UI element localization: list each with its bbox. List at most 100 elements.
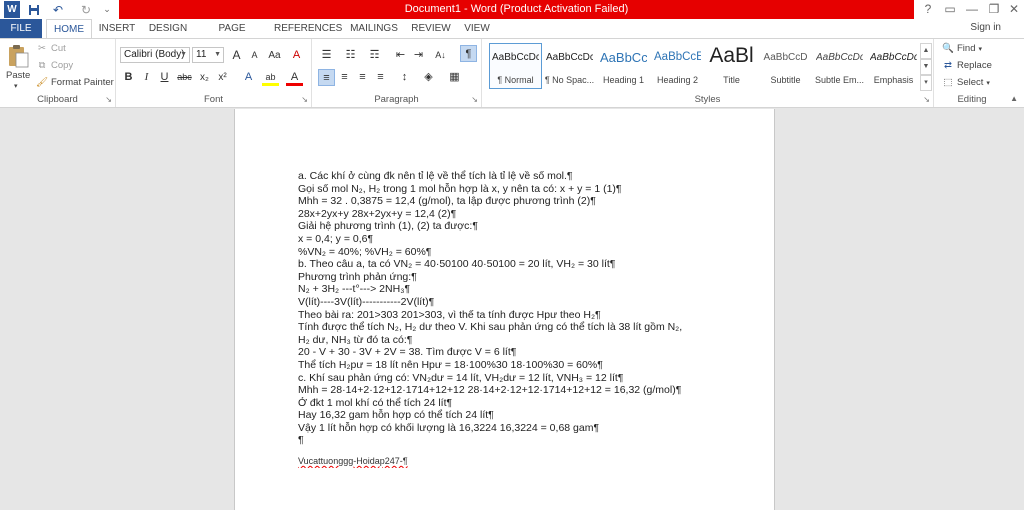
style-name: Emphasis: [873, 75, 914, 85]
style-emphasis[interactable]: AaBbCcDd Emphasis: [867, 43, 920, 89]
numbering-button[interactable]: ☷: [342, 47, 359, 64]
select-label: Select: [957, 77, 984, 88]
shrink-font-button[interactable]: A: [246, 47, 263, 64]
paragraph-group: ☰ ☷ ☶ ⇤ ⇥ A↓ ¶ ≡ ≡ ≡ ≡ ↕ ◈ ▦ Paragraph ↘: [312, 39, 482, 107]
tab-references[interactable]: REFERENCES: [274, 19, 342, 38]
justify-button[interactable]: ≡: [372, 69, 389, 86]
style-name: Heading 2: [656, 75, 699, 85]
style-name: Title: [723, 75, 740, 85]
styles-scroll-up-icon[interactable]: ▲: [920, 43, 932, 59]
font-launcher-icon[interactable]: ↘: [301, 95, 308, 104]
style-heading-1[interactable]: AaBbCc Heading 1: [597, 43, 650, 89]
collapse-ribbon-icon[interactable]: ▲: [1010, 94, 1018, 103]
tab-view[interactable]: VIEW: [460, 19, 494, 38]
minimize-button[interactable]: —: [962, 0, 982, 19]
styles-group-label: Styles: [694, 94, 721, 105]
styles-more-icon[interactable]: ▾: [920, 75, 932, 91]
save-icon[interactable]: [26, 1, 42, 18]
format-painter-button[interactable]: 🖌 Format Painter: [36, 77, 114, 88]
subscript-button[interactable]: x₂: [196, 69, 213, 86]
font-name-combo[interactable]: Calibri (Body) ▼: [120, 47, 190, 63]
line-spacing-button[interactable]: ↕: [396, 69, 413, 86]
tab-mailings[interactable]: MAILINGS: [346, 19, 402, 38]
undo-icon[interactable]: ↶: [48, 1, 68, 18]
copy-button[interactable]: ⧉ Copy: [36, 60, 74, 71]
style-subtitle[interactable]: AaBbCcD Subtitle: [759, 43, 812, 89]
document-body[interactable]: a. Các khí ở cùng đk nên tỉ lệ về thể tí…: [298, 170, 758, 468]
text-effects-button[interactable]: A: [240, 69, 257, 86]
word-app-icon[interactable]: W: [4, 1, 20, 18]
style-no-spacing[interactable]: AaBbCcDc ¶ No Spac...: [543, 43, 596, 89]
paste-icon[interactable]: [6, 43, 30, 69]
tab-design[interactable]: DESIGN: [146, 19, 190, 38]
cut-button[interactable]: ✂ Cut: [36, 43, 66, 54]
close-button[interactable]: ✕: [1004, 0, 1024, 19]
document-line: V(lít)----3V(lít)-----------2V(lít)¶: [298, 295, 435, 308]
restore-button[interactable]: ❐: [984, 0, 1004, 19]
multilevel-list-button[interactable]: ☶: [366, 47, 383, 64]
tab-file[interactable]: FILE: [0, 19, 42, 38]
increase-indent-button[interactable]: ⇥: [410, 47, 427, 64]
style-title[interactable]: AaBl Title: [705, 43, 758, 89]
select-button[interactable]: ⬚ Select ▾: [942, 77, 990, 88]
find-icon: 🔍: [942, 43, 954, 54]
redo-icon[interactable]: ↻: [78, 1, 94, 18]
document-line: Mhh = 28·14+2·12+12·1714+12+12 28·14+2·1…: [298, 384, 682, 397]
tab-page-layout[interactable]: PAGE LAYOUT: [198, 19, 266, 53]
borders-button[interactable]: ▦: [446, 69, 463, 86]
document-line: 28x+2yx+y 28x+2yx+y = 12,4 (2)¶: [298, 207, 457, 220]
clipboard-launcher-icon[interactable]: ↘: [105, 95, 112, 104]
align-left-button[interactable]: ≡: [318, 69, 335, 86]
document-line: a. Các khí ở cùng đk nên tỉ lệ về thể tí…: [298, 170, 573, 182]
clear-formatting-button[interactable]: A: [288, 47, 305, 64]
style-name: Subtitle: [770, 75, 801, 85]
align-right-button[interactable]: ≡: [354, 69, 371, 86]
font-size-combo[interactable]: 11 ▼: [192, 47, 224, 63]
document-line: Tính được thể tích N₂, H₂ dư theo V. Khi…: [298, 321, 683, 334]
font-group: Calibri (Body) ▼ 11 ▼ A A Aa A B I U abc x…: [116, 39, 312, 107]
styles-launcher-icon[interactable]: ↘: [923, 95, 930, 104]
paste-button[interactable]: Paste: [6, 70, 30, 81]
customize-qat-icon[interactable]: ⌄: [100, 1, 114, 18]
shading-button[interactable]: ◈: [420, 69, 437, 86]
clipboard-group-label: Clipboard: [37, 94, 78, 105]
paste-dropdown-icon[interactable]: ▾: [14, 82, 18, 90]
change-case-button[interactable]: Aa: [266, 47, 283, 64]
document-line: Giải hệ phương trình (1), (2) ta được:¶: [298, 220, 478, 233]
underline-button[interactable]: U: [156, 69, 173, 86]
decrease-indent-button[interactable]: ⇤: [392, 47, 409, 64]
bullets-button[interactable]: ☰: [318, 47, 335, 64]
format-painter-label: Format Painter: [51, 77, 114, 88]
center-button[interactable]: ≡: [336, 69, 353, 86]
select-dropdown-icon: ▾: [986, 80, 990, 87]
window-title: Document1 - Word (Product Activation Fai…: [119, 0, 914, 19]
styles-scroll-down-icon[interactable]: ▼: [920, 59, 932, 75]
bold-button[interactable]: B: [120, 69, 137, 86]
style-heading-2[interactable]: AaBbCcE Heading 2: [651, 43, 704, 89]
replace-button[interactable]: ⇄ Replace: [942, 60, 992, 71]
italic-button[interactable]: I: [138, 69, 155, 86]
sign-in-link[interactable]: Sign in: [970, 22, 1001, 33]
superscript-button[interactable]: x²: [214, 69, 231, 86]
help-button[interactable]: ?: [918, 0, 938, 19]
find-button[interactable]: 🔍 Find ▾: [942, 43, 982, 54]
paragraph-group-label: Paragraph: [374, 94, 419, 105]
style-normal[interactable]: AaBbCcDc ¶ Normal: [489, 43, 542, 89]
style-preview: AaBl: [709, 44, 754, 67]
grow-font-button[interactable]: A: [228, 47, 245, 64]
font-name-value: Calibri (Body): [124, 49, 185, 60]
sort-button[interactable]: A↓: [432, 47, 449, 64]
style-subtle-emphasis[interactable]: AaBbCcDd Subtle Em...: [813, 43, 866, 89]
tab-insert[interactable]: INSERT: [96, 19, 138, 38]
document-line: Phương trình phản ứng:¶: [298, 270, 417, 283]
style-name: Heading 1: [602, 75, 645, 85]
tab-home[interactable]: HOME: [46, 19, 92, 38]
strikethrough-button[interactable]: abc: [176, 69, 193, 86]
show-formatting-marks-button[interactable]: ¶: [460, 45, 477, 62]
document-page[interactable]: a. Các khí ở cùng đk nên tỉ lệ về thể tí…: [234, 109, 775, 510]
paragraph-launcher-icon[interactable]: ↘: [471, 95, 478, 104]
font-color-button[interactable]: A: [286, 69, 303, 86]
ribbon-display-options-icon[interactable]: ▭: [940, 0, 960, 19]
highlight-button[interactable]: ab: [262, 69, 279, 86]
tab-review[interactable]: REVIEW: [410, 19, 452, 38]
